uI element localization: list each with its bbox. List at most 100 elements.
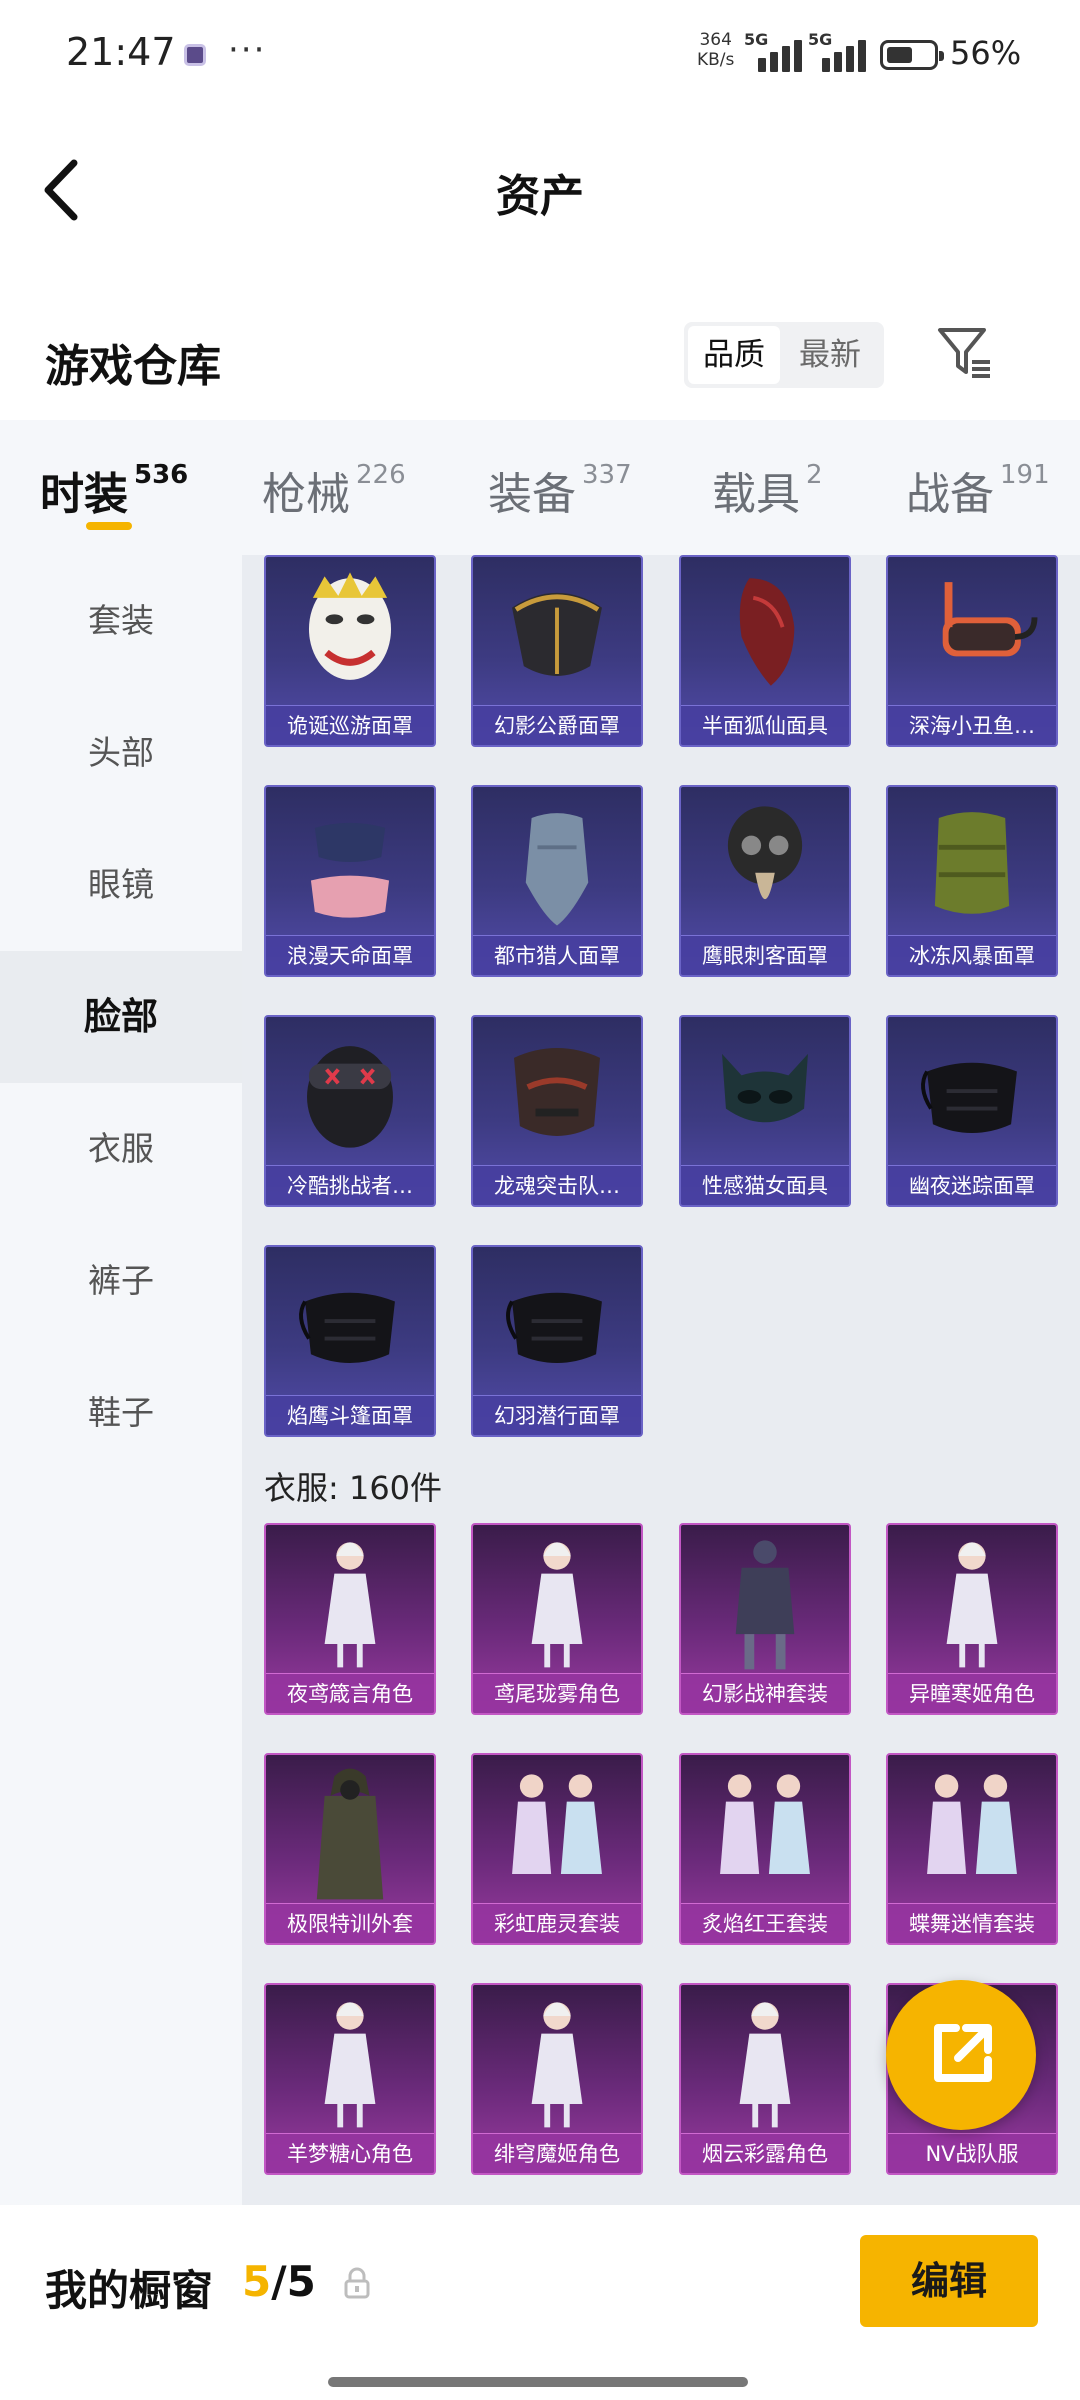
item-name: NV战队服: [888, 2133, 1056, 2173]
showcase-count: 5/5: [242, 2257, 316, 2306]
face-item-card[interactable]: 龙魂突击队…: [471, 1015, 643, 1207]
clothes-item-card[interactable]: 彩虹鹿灵套装: [471, 1753, 643, 1945]
black-mask-icon: [506, 1292, 602, 1364]
share-external-icon: [934, 2024, 992, 2082]
clothes-item-card[interactable]: 烟云彩露角色: [679, 1983, 851, 2175]
item-name: 异瞳寒姬角色: [888, 1673, 1056, 1713]
outfit-icon: [512, 1774, 602, 1874]
showcase-bar: 我的橱窗 5/5 编辑: [0, 2205, 1080, 2400]
tab-active-indicator: [86, 522, 132, 530]
face-mask-icon: [310, 822, 390, 918]
item-name: 半面狐仙面具: [681, 705, 849, 745]
filter-button[interactable]: [934, 322, 994, 382]
share-button[interactable]: [886, 1980, 1036, 2130]
face-item-card[interactable]: 浪漫天命面罩: [264, 785, 436, 977]
network-speed: 364 KB/s: [697, 30, 735, 70]
outfit-icon: [720, 1774, 810, 1874]
face-item-card[interactable]: 幻影公爵面罩: [471, 555, 643, 747]
clothes-item-card[interactable]: 幻影战神套装: [679, 1523, 851, 1715]
clown-mask-icon: [308, 572, 392, 680]
app-header: 资产: [0, 110, 1080, 260]
filter-icon: [938, 328, 990, 378]
scarf-icon: [934, 812, 1010, 914]
face-item-card[interactable]: 冷酷挑战者…: [264, 1015, 436, 1207]
face-item-card[interactable]: 半面狐仙面具: [679, 555, 851, 747]
face-item-card[interactable]: 都市猎人面罩: [471, 785, 643, 977]
item-name: 幻羽潜行面罩: [473, 1395, 641, 1435]
gold-mask-icon: [512, 592, 602, 676]
clothes-item-card[interactable]: 炙焰红王套装: [679, 1753, 851, 1945]
sort-newest-option[interactable]: 最新: [784, 326, 876, 384]
tab-equipment[interactable]: 装备 337: [488, 458, 632, 522]
character-icon: [739, 2002, 791, 2128]
item-name: 彩虹鹿灵套装: [473, 1903, 641, 1943]
item-name: 幽夜迷踪面罩: [888, 1165, 1056, 1205]
item-name: 炙焰红王套装: [681, 1903, 849, 1943]
clothes-item-card[interactable]: 极限特训外套: [264, 1753, 436, 1945]
item-name: 焰鹰斗篷面罩: [266, 1395, 434, 1435]
subcategory-sidebar: 套装 头部 眼镜 脸部 衣服 裤子 鞋子: [0, 555, 242, 2205]
face-item-card[interactable]: 性感猫女面具: [679, 1015, 851, 1207]
item-name: 诡诞巡游面罩: [266, 705, 434, 745]
edit-button[interactable]: 编辑: [860, 2235, 1038, 2327]
armor-icon: [735, 1540, 795, 1670]
clothes-item-card[interactable]: 夜鸢箴言角色: [264, 1523, 436, 1715]
sort-toggle: 品质 最新: [684, 322, 884, 388]
face-item-card[interactable]: 诡诞巡游面罩: [264, 555, 436, 747]
sort-quality-option[interactable]: 品质: [688, 326, 780, 384]
character-icon: [531, 2002, 583, 2128]
character-icon: [324, 1542, 376, 1668]
item-name: 羊梦糖心角色: [266, 2133, 434, 2173]
sidebar-item-suit[interactable]: 套装: [0, 555, 242, 687]
signal-icon: 5G: [808, 30, 878, 72]
item-name: 烟云彩露角色: [681, 2133, 849, 2173]
lock-icon: [344, 2267, 370, 2299]
face-item-card[interactable]: 深海小丑鱼…: [886, 555, 1058, 747]
tab-fashion[interactable]: 时装 536: [40, 458, 188, 530]
face-item-card[interactable]: 幻羽潜行面罩: [471, 1245, 643, 1437]
item-name: 性感猫女面具: [681, 1165, 849, 1205]
more-dots-icon: ···: [228, 30, 267, 70]
signal-icon: 5G: [744, 30, 814, 72]
item-name: 浪漫天命面罩: [266, 935, 434, 975]
fox-mask-icon: [739, 578, 795, 686]
item-name: 深海小丑鱼…: [888, 705, 1056, 745]
sidebar-item-face[interactable]: 脸部: [0, 951, 242, 1083]
bandana-icon: [525, 813, 589, 926]
sidebar-item-glasses[interactable]: 眼镜: [0, 819, 242, 951]
clothes-item-card[interactable]: 绯穹魔姬角色: [471, 1983, 643, 2175]
clothes-item-card[interactable]: 鸢尾珑雾角色: [471, 1523, 643, 1715]
item-grid: 衣服: 160件 诡诞巡游面罩 幻影公爵面罩 半面狐仙面具 深海小丑鱼… 浪漫天命面罩都…: [242, 555, 1080, 2205]
sidebar-item-clothes[interactable]: 衣服: [0, 1083, 242, 1215]
coat-icon: [316, 1768, 384, 1900]
home-indicator[interactable]: [328, 2377, 748, 2387]
snorkel-mask-icon: [942, 582, 1038, 657]
status-bar: 21:47 ··· 364 KB/s 5G 5G 56%: [0, 0, 1080, 110]
sidebar-item-head[interactable]: 头部: [0, 687, 242, 819]
tab-supplies[interactable]: 战备 191: [906, 458, 1050, 522]
item-name: 蝶舞迷情套装: [888, 1903, 1056, 1943]
clothes-item-card[interactable]: 羊梦糖心角色: [264, 1983, 436, 2175]
cat-mask-icon: [722, 1053, 808, 1123]
showcase-title: 我的橱窗: [45, 2266, 214, 2315]
item-name: 鹰眼刺客面罩: [681, 935, 849, 975]
section-title: 游戏仓库: [45, 341, 221, 392]
sidebar-item-pants[interactable]: 裤子: [0, 1215, 242, 1347]
item-name: 龙魂突击队…: [473, 1165, 641, 1205]
outfit-icon: [927, 1774, 1017, 1874]
face-item-card[interactable]: 冰冻风暴面罩: [886, 785, 1058, 977]
item-name: 夜鸢箴言角色: [266, 1673, 434, 1713]
item-name: 冷酷挑战者…: [266, 1165, 434, 1205]
face-item-card[interactable]: 幽夜迷踪面罩: [886, 1015, 1058, 1207]
item-name: 幻影公爵面罩: [473, 705, 641, 745]
black-mask-icon: [921, 1062, 1017, 1134]
face-item-card[interactable]: 焰鹰斗篷面罩: [264, 1245, 436, 1437]
tab-guns[interactable]: 枪械 226: [262, 458, 406, 522]
sidebar-item-shoes[interactable]: 鞋子: [0, 1347, 242, 1479]
item-name: 冰冻风暴面罩: [888, 935, 1056, 975]
clothes-item-card[interactable]: 蝶舞迷情套装: [886, 1753, 1058, 1945]
tab-vehicles[interactable]: 载具 2: [712, 458, 823, 522]
clothes-group-label: 衣服: 160件: [264, 1469, 443, 1507]
face-item-card[interactable]: 鹰眼刺客面罩: [679, 785, 851, 977]
clothes-item-card[interactable]: 异瞳寒姬角色: [886, 1523, 1058, 1715]
